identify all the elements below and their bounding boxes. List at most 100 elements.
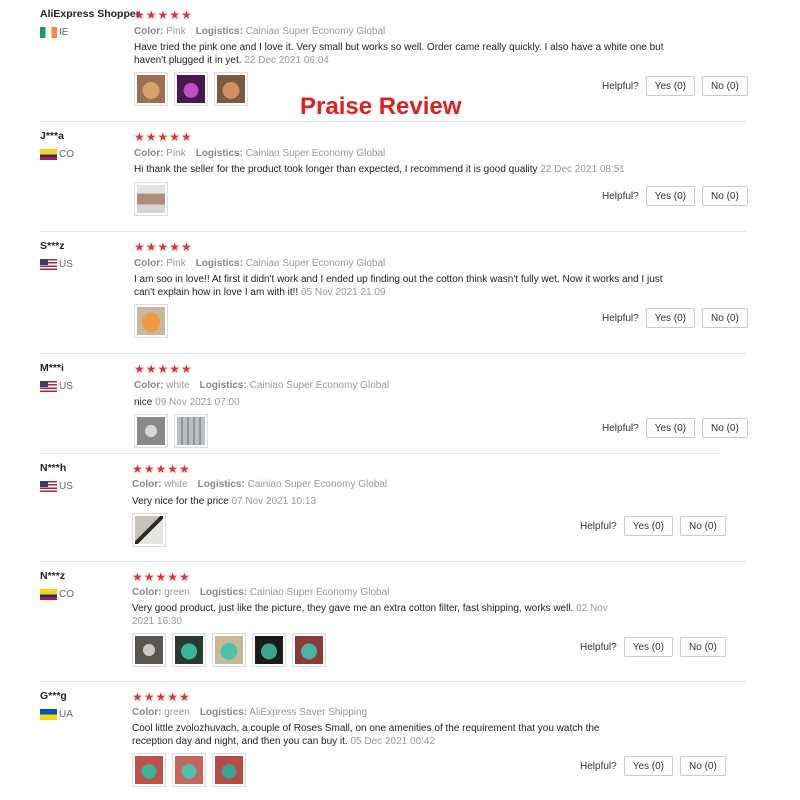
vote-no-button[interactable]: No (0)	[680, 637, 726, 657]
reviewer-country: US	[40, 381, 73, 392]
rating-stars: ★★★★★	[134, 362, 193, 376]
helpful-vote: Helpful? Yes (0) No (0)	[580, 516, 726, 536]
review-divider	[40, 561, 746, 562]
review-meta: Color: Pink Logistics: Cainiao Super Econ…	[134, 258, 385, 269]
helpful-vote: Helpful? Yes (0) No (0)	[580, 756, 726, 776]
vote-yes-button[interactable]: Yes (0)	[645, 186, 696, 206]
review-date: 05 Dec 2021 00:42	[350, 735, 436, 747]
country-code: US	[59, 481, 73, 492]
rating-stars: ★★★★★	[134, 130, 193, 144]
color-value: Pink	[166, 148, 186, 159]
country-code: IE	[59, 27, 69, 38]
ua-flag-icon	[40, 709, 57, 720]
color-label: Color:	[134, 258, 164, 269]
review-meta: Color: green Logistics: AliExpress Saver …	[132, 707, 367, 718]
review-photo[interactable]	[292, 633, 326, 667]
review-photos	[132, 633, 326, 667]
vote-no-button[interactable]: No (0)	[702, 186, 748, 206]
color-label: Color:	[132, 479, 162, 490]
vote-yes-button[interactable]: Yes (0)	[623, 637, 674, 657]
review-text: I am soo in love!! At first it didn't wo…	[134, 274, 669, 299]
logistics-label: Logistics:	[195, 148, 243, 159]
review-body: Very nice for the price	[132, 496, 229, 507]
review-photo[interactable]	[214, 72, 248, 106]
rating-stars: ★★★★★	[134, 240, 193, 254]
vote-no-button[interactable]: No (0)	[702, 76, 748, 96]
color-value: Pink	[166, 258, 186, 269]
review-photo[interactable]	[134, 414, 168, 448]
co-flag-icon	[40, 589, 57, 600]
review-date: 22 Dec 2021 06:04	[244, 54, 329, 66]
vote-yes-button[interactable]: Yes (0)	[623, 516, 674, 536]
color-label: Color:	[134, 380, 164, 391]
vote-yes-button[interactable]: Yes (0)	[645, 308, 696, 328]
logistics-label: Logistics:	[197, 479, 245, 490]
review-divider	[40, 121, 746, 122]
color-value: white	[166, 380, 190, 391]
review-photos	[134, 72, 248, 106]
country-code: US	[59, 259, 73, 270]
review-photo[interactable]	[172, 753, 206, 787]
helpful-label: Helpful?	[602, 312, 639, 324]
review-divider	[40, 231, 746, 232]
review-photo[interactable]	[134, 304, 168, 338]
vote-yes-button[interactable]: Yes (0)	[645, 418, 696, 438]
vote-no-button[interactable]: No (0)	[680, 516, 726, 536]
review-photo[interactable]	[252, 633, 286, 667]
helpful-label: Helpful?	[580, 520, 617, 532]
review-body: Have tried the pink one and I love it. V…	[134, 42, 664, 66]
review-text: nice 09 Nov 2021 07:00	[134, 397, 664, 410]
color-label: Color:	[134, 148, 164, 159]
helpful-vote: Helpful? Yes (0) No (0)	[580, 637, 726, 657]
vote-no-button[interactable]: No (0)	[702, 418, 748, 438]
review-divider	[40, 353, 746, 354]
vote-yes-button[interactable]: Yes (0)	[623, 756, 674, 776]
review-photo[interactable]	[132, 753, 166, 787]
review-photo[interactable]	[212, 753, 246, 787]
logistics-label: Logistics:	[195, 26, 243, 37]
country-code: UA	[59, 709, 73, 720]
reviewer-name: J***a	[40, 130, 64, 142]
vote-no-button[interactable]: No (0)	[702, 308, 748, 328]
review-photo[interactable]	[212, 633, 246, 667]
review-text: Cool little zvolozhuvach, a couple of Ro…	[132, 723, 642, 748]
logistics-value: AliExpress Saver Shipping	[249, 707, 368, 718]
logistics-value: Cainiao Super Economy Global	[245, 258, 386, 269]
review-date: 05 Nov 2021 21:09	[301, 286, 386, 298]
country-code: US	[59, 381, 73, 392]
color-value: green	[164, 707, 190, 718]
us-flag-icon	[40, 381, 57, 392]
co-flag-icon	[40, 149, 57, 160]
rating-stars: ★★★★★	[132, 570, 191, 584]
us-flag-icon	[40, 259, 57, 270]
color-value: Pink	[166, 26, 186, 37]
color-label: Color:	[134, 26, 164, 37]
review-text: Hi thank the seller for the product took…	[134, 164, 694, 177]
review-date: 09 Nov 2021 07:00	[155, 397, 240, 408]
reviewer-country: IE	[40, 27, 68, 38]
vote-no-button[interactable]: No (0)	[680, 756, 726, 776]
reviewer-name: AliExpress Shopper	[40, 8, 140, 20]
logistics-value: Cainiao Super Economy Global	[249, 380, 390, 391]
review-photo[interactable]	[132, 633, 166, 667]
logistics-value: Cainiao Super Economy Global	[247, 479, 388, 490]
review-photo[interactable]	[134, 72, 168, 106]
ie-flag-icon	[40, 27, 57, 38]
review-photo[interactable]	[172, 633, 206, 667]
review-photos	[134, 304, 168, 338]
review-photo[interactable]	[174, 414, 208, 448]
review-photo[interactable]	[132, 513, 166, 547]
review-text: Very nice for the price 07 Nov 2021 10:1…	[132, 496, 662, 509]
review-photos	[134, 182, 168, 216]
country-code: CO	[59, 589, 74, 600]
review-photo[interactable]	[174, 72, 208, 106]
rating-stars: ★★★★★	[132, 690, 191, 704]
review-date: 07 Nov 2021 10:13	[231, 496, 317, 507]
reviewer-name: G***g	[40, 690, 67, 702]
review-body: Very good product, just like the picture…	[132, 603, 574, 614]
vote-yes-button[interactable]: Yes (0)	[645, 76, 696, 96]
review-meta: Color: Pink Logistics: Cainiao Super Econ…	[134, 148, 385, 159]
reviewer-country: US	[40, 481, 73, 492]
review-photo[interactable]	[134, 182, 168, 216]
helpful-label: Helpful?	[602, 422, 639, 434]
